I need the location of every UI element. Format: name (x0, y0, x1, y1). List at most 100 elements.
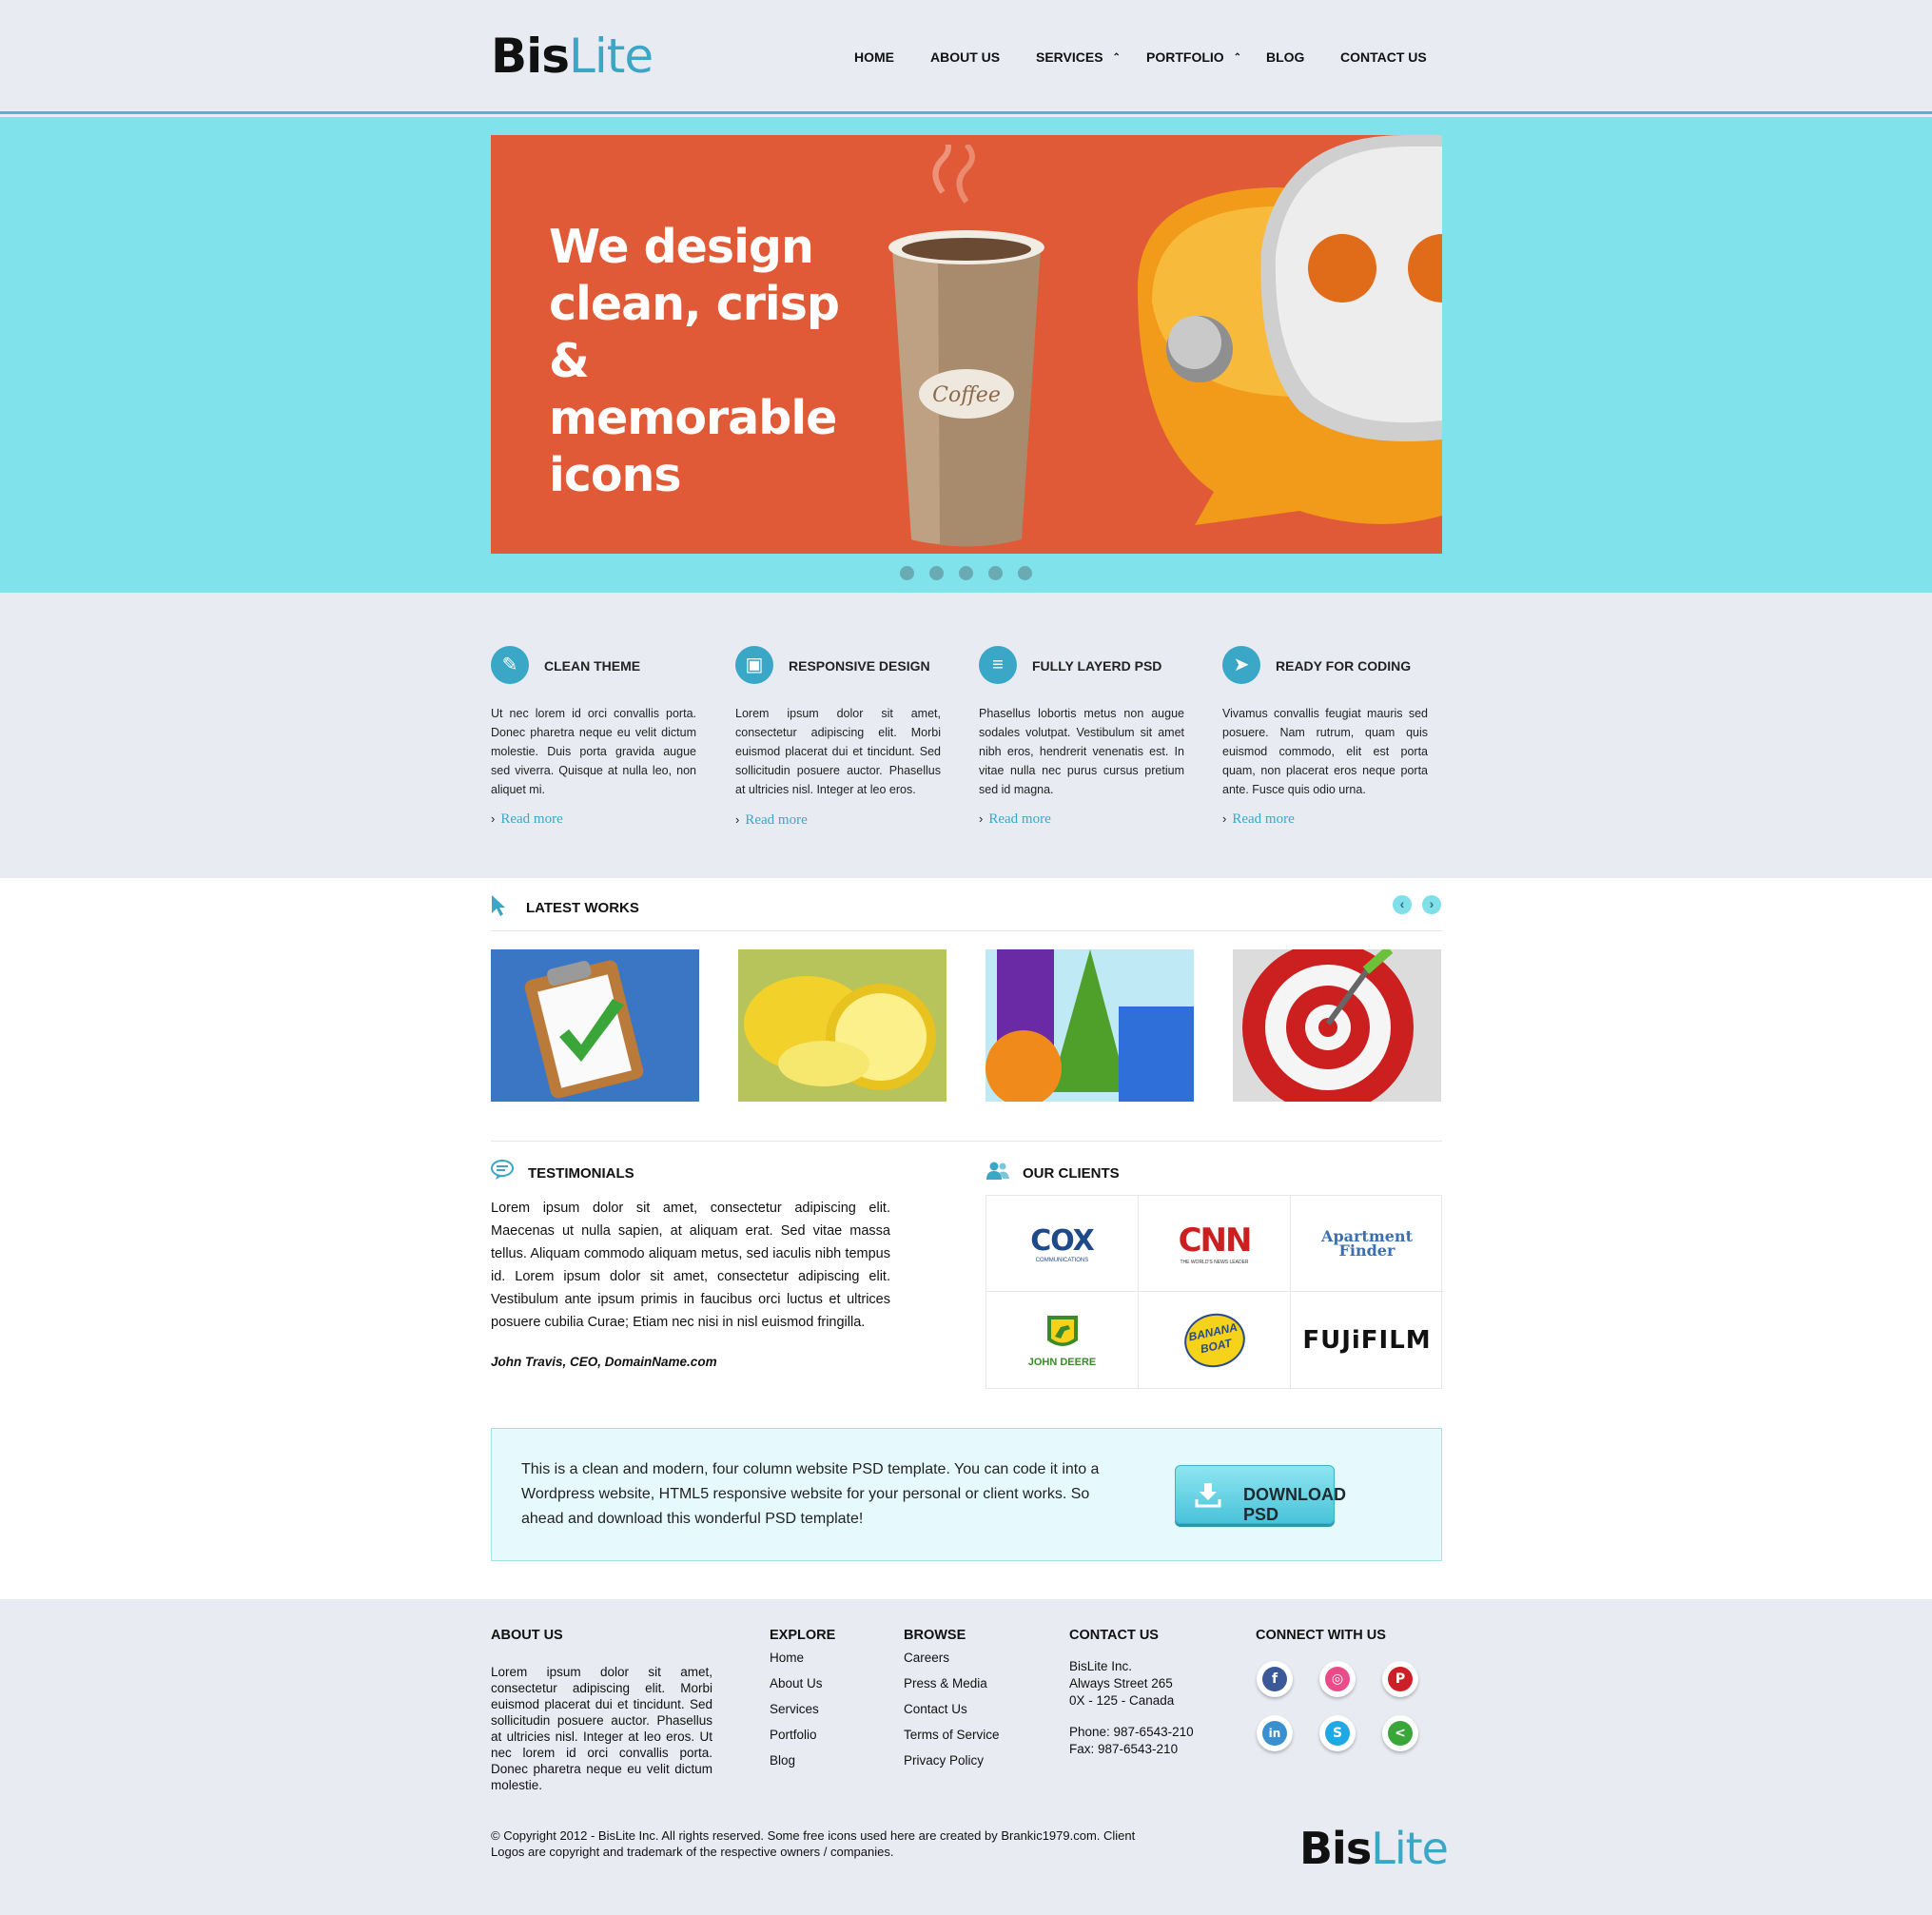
footer-link-portfolio[interactable]: Portfolio (770, 1728, 817, 1742)
footer-link-careers[interactable]: Careers (904, 1651, 949, 1665)
client-cox[interactable]: COX COMMUNICATIONS (986, 1196, 1139, 1292)
slider-dot-3[interactable] (959, 566, 973, 580)
cox-logo-name: COX (1030, 1223, 1095, 1258)
testimonials-title: TESTIMONIALS (528, 1165, 634, 1182)
latest-works-next-button[interactable]: › (1422, 895, 1441, 914)
share-icon: < (1388, 1721, 1413, 1746)
work-thumb-target[interactable] (1233, 949, 1441, 1102)
chevron-up-icon: ⌃ (1112, 52, 1121, 63)
work-thumb-shapes[interactable] (986, 949, 1194, 1102)
contact-phone: Phone: 987-6543-210 (1069, 1725, 1194, 1739)
feature-title: CLEAN THEME (544, 658, 641, 674)
chevron-right-icon: › (979, 811, 984, 826)
client-fujifilm[interactable]: FUJiFILM (1291, 1292, 1443, 1388)
divider (491, 930, 1442, 931)
footer-link-services[interactable]: Services (770, 1702, 819, 1716)
read-more-label: Read more (1232, 811, 1295, 827)
testimonial-quote: Lorem ipsum dolor sit amet, consectetur … (491, 1201, 890, 1330)
footer-link-about-us[interactable]: About Us (770, 1676, 823, 1690)
share-button[interactable]: < (1382, 1715, 1418, 1751)
client-cnn[interactable]: CNN THE WORLD'S NEWS LEADER (1139, 1196, 1291, 1292)
client-banana-boat[interactable]: BANANA BOAT (1139, 1292, 1291, 1388)
download-psd-button[interactable]: DOWNLOAD PSD (1175, 1465, 1346, 1524)
feature-text: Vivamus convallis feugiat mauris sed pos… (1222, 707, 1428, 796)
hero-slide: We design clean, crisp & memorable icons… (491, 135, 1442, 554)
pinterest-icon: P (1388, 1667, 1413, 1691)
brand-logo-part2: Lite (569, 29, 654, 84)
read-more-label: Read more (500, 811, 563, 827)
skype-button[interactable]: S (1319, 1715, 1356, 1751)
facebook-button[interactable]: f (1257, 1661, 1293, 1697)
apartment-finder-logo-sub: Finder (1338, 1241, 1395, 1260)
dribbble-button[interactable]: ◎ (1319, 1661, 1356, 1697)
work-thumb-lemon[interactable] (738, 949, 946, 1102)
contact-city: 0X - 125 - Canada (1069, 1693, 1175, 1708)
cox-logo-sub: COMMUNICATIONS (1035, 1257, 1089, 1263)
nav-blog[interactable]: BLOG (1266, 49, 1304, 65)
contact-street: Always Street 265 (1069, 1676, 1173, 1690)
feature-text: Ut nec lorem id orci convallis porta. Do… (491, 707, 696, 796)
cursor-icon: ➤ (1222, 646, 1260, 684)
shapes-icon (986, 949, 1194, 1102)
nav-services[interactable]: SERVICES ⌃ (1036, 49, 1121, 65)
hero-headline: We design clean, crisp & memorable icons (549, 220, 840, 502)
users-icon (986, 1162, 1009, 1180)
feature-title: RESPONSIVE DESIGN (789, 658, 930, 674)
footer-about-text: Lorem ipsum dolor sit amet, consectetur … (491, 1665, 712, 1792)
slider-dot-2[interactable] (929, 566, 944, 580)
footer-logo[interactable]: BisLite (1299, 1827, 1449, 1870)
chevron-right-icon: › (1222, 811, 1227, 826)
clients-grid: COX COMMUNICATIONS CNN THE WORLD'S NEWS … (986, 1195, 1443, 1389)
footer-link-blog[interactable]: Blog (770, 1753, 795, 1768)
dribbble-icon: ◎ (1325, 1667, 1350, 1691)
read-more-link[interactable]: › Read more (735, 812, 808, 829)
apartment-finder-logo: Apartment Finder (1321, 1229, 1413, 1260)
layers-icon: ≡ (979, 646, 1017, 684)
brand-logo-part1: Bis (491, 29, 570, 84)
clipboard-check-icon (524, 960, 644, 1099)
footer-link-contact-us[interactable]: Contact Us (904, 1702, 967, 1716)
cta-text: This is a clean and modern, four column … (521, 1461, 1100, 1527)
brand-logo[interactable]: BisLite (491, 32, 654, 80)
contact-company: BisLite Inc. (1069, 1659, 1133, 1673)
linkedin-button[interactable]: in (1257, 1715, 1293, 1751)
footer-link-press-media[interactable]: Press & Media (904, 1676, 987, 1690)
slider-dot-4[interactable] (988, 566, 1003, 580)
slider-dot-5[interactable] (1018, 566, 1032, 580)
lemon-icon (738, 949, 946, 1102)
footer-link-terms[interactable]: Terms of Service (904, 1728, 1000, 1742)
hero-band: We design clean, crisp & memorable icons… (0, 117, 1932, 593)
footer-link-home[interactable]: Home (770, 1651, 804, 1665)
read-more-label: Read more (988, 811, 1051, 827)
footer-logo-part1: Bis (1299, 1823, 1372, 1874)
read-more-link[interactable]: › Read more (979, 811, 1051, 828)
client-john-deere[interactable]: JOHN DEERE (986, 1292, 1139, 1388)
nav-about-us[interactable]: ABOUT US (930, 49, 1000, 65)
read-more-link[interactable]: › Read more (1222, 811, 1295, 828)
pinterest-button[interactable]: P (1382, 1661, 1418, 1697)
read-more-link[interactable]: › Read more (491, 811, 563, 828)
testimonial-author: John Travis, CEO, DomainName.com (491, 1355, 717, 1369)
nav-contact-us[interactable]: CONTACT US (1340, 49, 1427, 65)
slider-dot-1[interactable] (900, 566, 914, 580)
clients-title: OUR CLIENTS (1023, 1165, 1120, 1182)
divider (491, 1141, 1442, 1142)
john-deere-logo: JOHN DEERE (1028, 1312, 1096, 1368)
coffee-cup-icon: Coffee (888, 145, 1044, 547)
copyright-text: © Copyright 2012 - BisLite Inc. All righ… (491, 1828, 1136, 1859)
site-footer: ABOUT US Lorem ipsum dolor sit amet, con… (0, 1599, 1932, 1915)
cnn-logo-name: CNN (1178, 1221, 1253, 1260)
latest-works-prev-button[interactable]: ‹ (1393, 895, 1412, 914)
footer-link-privacy[interactable]: Privacy Policy (904, 1753, 984, 1768)
facebook-icon: f (1262, 1667, 1287, 1691)
nav-portfolio[interactable]: PORTFOLIO ⌃ (1146, 49, 1241, 65)
nav-services-label: SERVICES (1036, 49, 1103, 65)
latest-works-title: LATEST WORKS (526, 900, 639, 916)
main-content: LATEST WORKS ‹ › TESTIMONIALS Lorem ipsu… (0, 878, 1932, 1599)
read-more-label: Read more (745, 812, 808, 828)
work-thumb-clipboard[interactable] (491, 949, 699, 1102)
feature-text: Phasellus lobortis metus non augue sodal… (979, 707, 1184, 796)
client-apartment-finder[interactable]: Apartment Finder (1291, 1196, 1443, 1292)
chevron-right-icon: › (491, 811, 496, 826)
nav-home[interactable]: HOME (854, 49, 894, 65)
